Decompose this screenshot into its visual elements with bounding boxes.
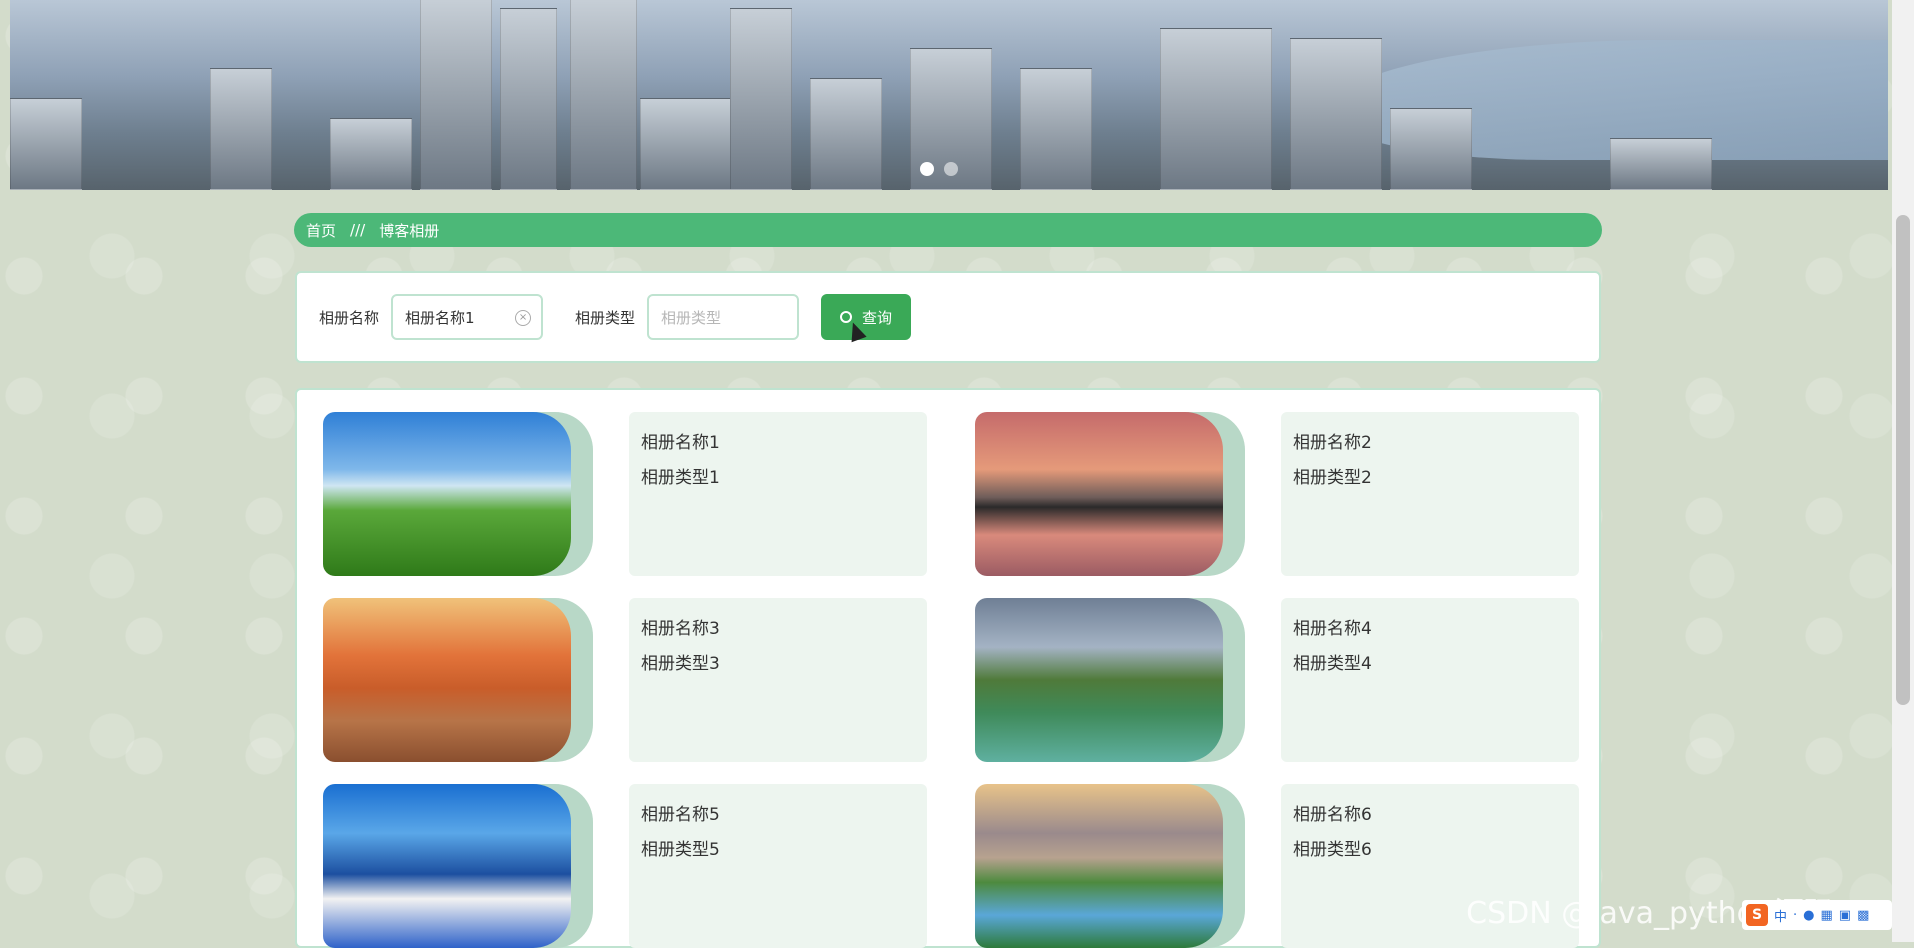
- search-panel: 相册名称 相册名称1 × 相册类型 相册类型 查询: [295, 271, 1601, 363]
- carousel-dot-2[interactable]: [944, 162, 958, 176]
- breadcrumb-separator: ///: [350, 221, 366, 239]
- album-thumbnail[interactable]: [975, 784, 1245, 948]
- album-image[interactable]: [975, 598, 1223, 762]
- album-card[interactable]: 相册名称2 相册类型2: [975, 412, 1605, 576]
- album-name[interactable]: 相册名称4: [1293, 612, 1567, 647]
- banner-building: [210, 68, 272, 190]
- album-type: 相册类型1: [641, 468, 720, 488]
- album-image[interactable]: [323, 784, 571, 948]
- ime-logo-icon[interactable]: S: [1746, 904, 1768, 926]
- carousel-dot-1[interactable]: [920, 162, 934, 176]
- album-name[interactable]: 相册名称2: [1293, 426, 1567, 461]
- album-name-value: 相册名称1: [405, 308, 475, 327]
- ime-punct-icon[interactable]: ·: [1793, 908, 1797, 923]
- ime-toolbar[interactable]: S 中 · ● ▦ ▣ ▩: [1742, 900, 1892, 930]
- banner-building: [10, 98, 82, 190]
- ime-grid-icon[interactable]: ▩: [1857, 908, 1869, 923]
- album-image[interactable]: [975, 412, 1223, 576]
- ime-skin-icon[interactable]: ▣: [1839, 908, 1851, 923]
- album-name-input[interactable]: 相册名称1 ×: [391, 294, 544, 340]
- album-type-placeholder: 相册类型: [661, 308, 722, 327]
- album-type: 相册类型2: [1293, 468, 1372, 488]
- album-name[interactable]: 相册名称5: [641, 798, 915, 833]
- album-name[interactable]: 相册名称6: [1293, 798, 1567, 833]
- banner-building: [500, 8, 557, 190]
- banner-building: [1610, 138, 1712, 190]
- banner-building: [730, 8, 792, 190]
- album-type: 相册类型5: [641, 840, 720, 860]
- album-thumbnail[interactable]: [323, 784, 593, 948]
- ime-mic-icon[interactable]: ●: [1803, 908, 1814, 923]
- ime-mode[interactable]: 中: [1774, 906, 1787, 925]
- album-type: 相册类型3: [641, 654, 720, 674]
- ime-keyboard-icon[interactable]: ▦: [1821, 908, 1833, 923]
- banner-building: [1390, 108, 1472, 190]
- banner-building: [570, 0, 637, 190]
- album-info: 相册名称5 相册类型5: [629, 784, 927, 948]
- clear-icon[interactable]: ×: [515, 310, 532, 326]
- album-thumbnail[interactable]: [975, 412, 1245, 576]
- album-info: 相册名称1 相册类型1: [629, 412, 927, 576]
- album-info: 相册名称2 相册类型2: [1281, 412, 1579, 576]
- page-scrollbar[interactable]: [1892, 0, 1914, 942]
- banner-building: [1160, 28, 1272, 190]
- breadcrumb-current: 博客相册: [379, 221, 440, 240]
- breadcrumb: 首页 /// 博客相册: [294, 213, 1602, 247]
- album-name[interactable]: 相册名称3: [641, 612, 915, 647]
- album-type: 相册类型6: [1293, 840, 1372, 860]
- banner-building: [810, 78, 882, 190]
- album-thumbnail[interactable]: [323, 412, 593, 576]
- album-info: 相册名称3 相册类型3: [629, 598, 927, 762]
- banner-building: [1290, 38, 1382, 190]
- banner-building: [330, 118, 412, 190]
- album-type: 相册类型4: [1293, 654, 1372, 674]
- banner-building: [1020, 68, 1092, 190]
- search-icon: [840, 311, 853, 323]
- album-image[interactable]: [323, 598, 571, 762]
- header-banner: [10, 0, 1888, 190]
- album-card[interactable]: 相册名称4 相册类型4: [975, 598, 1605, 762]
- carousel-dots: [920, 162, 958, 176]
- query-button[interactable]: 查询: [821, 294, 912, 340]
- album-thumbnail[interactable]: [323, 598, 593, 762]
- banner-building: [420, 0, 492, 190]
- album-type-input[interactable]: 相册类型: [647, 294, 800, 340]
- album-thumbnail[interactable]: [975, 598, 1245, 762]
- album-list: 相册名称1 相册类型1 相册名称2 相册类型2 相册名称3 相册类型3 相册名称…: [295, 388, 1601, 948]
- album-image[interactable]: [323, 412, 571, 576]
- album-name-label: 相册名称: [319, 308, 380, 327]
- album-info: 相册名称4 相册类型4: [1281, 598, 1579, 762]
- album-card[interactable]: 相册名称5 相册类型5: [323, 784, 953, 948]
- album-image[interactable]: [975, 784, 1223, 948]
- album-card[interactable]: 相册名称3 相册类型3: [323, 598, 953, 762]
- query-button-label: 查询: [862, 308, 893, 327]
- scrollbar-thumb[interactable]: [1896, 215, 1910, 705]
- album-card[interactable]: 相册名称1 相册类型1: [323, 412, 953, 576]
- album-name[interactable]: 相册名称1: [641, 426, 915, 461]
- breadcrumb-home[interactable]: 首页: [306, 220, 336, 241]
- album-type-label: 相册类型: [575, 308, 636, 327]
